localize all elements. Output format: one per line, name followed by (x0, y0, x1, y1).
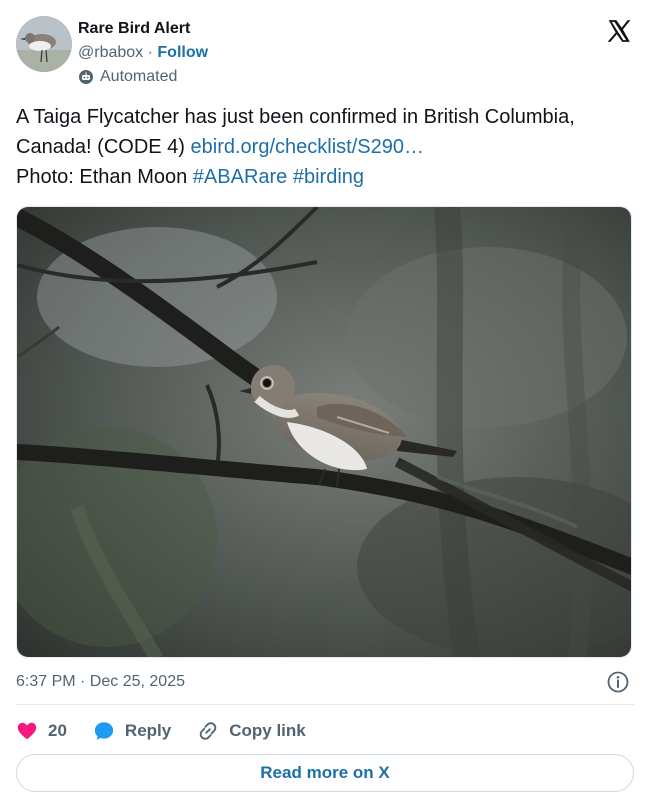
tweet-photo[interactable] (16, 206, 632, 658)
read-more-button[interactable]: Read more on X (16, 754, 634, 792)
photo-credit: Photo: Ethan Moon (16, 166, 193, 188)
handle-row: @rbabox · Follow (78, 42, 208, 64)
follow-button[interactable]: Follow (157, 44, 208, 61)
like-button[interactable]: 20 (16, 720, 67, 742)
copy-link-button[interactable]: Copy link (197, 720, 306, 742)
heart-icon (17, 722, 37, 740)
author-handle[interactable]: @rbabox (78, 44, 143, 61)
avatar-bird-image (16, 16, 72, 72)
handle-separator: · (143, 44, 158, 61)
copy-link-label: Copy link (229, 721, 306, 740)
divider (16, 704, 634, 705)
reply-button[interactable]: Reply (93, 720, 171, 742)
bot-icon (79, 70, 93, 84)
author-block: Rare Bird Alert @rbabox · Follow Automat… (78, 18, 208, 86)
like-count: 20 (48, 721, 67, 740)
checklist-link[interactable]: ebird.org/checklist/S290… (191, 136, 424, 158)
action-bar: 20 Reply Copy link (16, 716, 332, 746)
tweet-header: Rare Bird Alert @rbabox · Follow Automat… (16, 16, 634, 92)
author-name[interactable]: Rare Bird Alert (78, 18, 208, 40)
reply-bubble-icon (94, 722, 114, 740)
tweet-meta: 6:37 PM · Dec 25, 2025 (16, 670, 634, 694)
reply-label: Reply (124, 721, 172, 740)
flycatcher-photo (17, 207, 631, 657)
tweet-card: Rare Bird Alert @rbabox · Follow Automat… (0, 0, 650, 810)
hashtag-abararare[interactable]: #ABARare (193, 166, 288, 188)
timestamp[interactable]: 6:37 PM · Dec 25, 2025 (16, 673, 185, 691)
hashtag-birding[interactable]: #birding (293, 166, 364, 188)
link-icon (199, 722, 217, 740)
x-logo-icon[interactable] (606, 18, 632, 44)
tweet-text: A Taiga Flycatcher has just been confirm… (16, 102, 634, 192)
automated-label: Automated (100, 68, 178, 85)
automated-label-row: Automated (78, 68, 208, 86)
info-icon[interactable] (606, 670, 630, 694)
avatar[interactable] (16, 16, 72, 72)
